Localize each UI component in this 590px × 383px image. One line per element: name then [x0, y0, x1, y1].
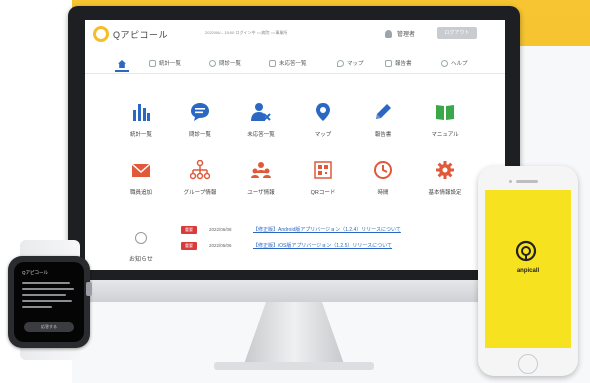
- nav-item-map[interactable]: マップ: [337, 58, 364, 72]
- nav-item-stats[interactable]: 統計一覧: [149, 58, 181, 72]
- tile-label: QRコード: [310, 190, 336, 196]
- watch-respond-button[interactable]: 応答する: [24, 322, 74, 332]
- users-icon: [251, 162, 271, 178]
- monitor-stand-base: [214, 362, 374, 370]
- notice-row: 重要 2022/05/06 【修正版】iOS版アプリバージョン（1.2.5）リリ…: [181, 242, 481, 252]
- phone-home-button[interactable]: [518, 354, 538, 374]
- map-pin-icon: [337, 60, 344, 68]
- tile-map[interactable]: マップ: [295, 102, 351, 154]
- nav-home[interactable]: [115, 58, 129, 72]
- tile-label: マニュアル: [431, 132, 459, 138]
- chart-icon: [149, 60, 156, 68]
- tile-label: ユーザ情報: [247, 190, 275, 196]
- pencil-icon: [385, 60, 392, 68]
- nav-label: 問診一覧: [219, 61, 242, 67]
- watch-text-line: [22, 300, 72, 302]
- app-name: anpicall: [516, 268, 540, 274]
- app-logo[interactable]: Qアピコール: [93, 26, 173, 42]
- watch-text-line: [22, 306, 52, 308]
- nav-label: 報告書: [395, 61, 412, 67]
- nav-label: 未応答一覧: [279, 61, 307, 67]
- tile-label: 問診一覧: [188, 132, 211, 138]
- map-pin-icon: [316, 103, 330, 121]
- help-icon: [441, 60, 448, 68]
- watch-text-line: [22, 288, 74, 290]
- tile-label: 時間: [377, 190, 389, 196]
- qr-code-icon: [314, 161, 332, 179]
- home-icon: [118, 60, 126, 68]
- notice-link[interactable]: 【修正版】iOS版アプリバージョン（1.2.5）リリースについて: [253, 242, 392, 249]
- tile-inquiries[interactable]: 問診一覧: [172, 102, 228, 154]
- notice-link[interactable]: 【修正版】Android版アプリバージョン（1.2.4）リリースについて: [253, 226, 401, 233]
- tile-add-staff[interactable]: 職員追加: [113, 160, 169, 212]
- tile-qr-code[interactable]: QRコード: [295, 160, 351, 212]
- user-x-icon: [269, 60, 276, 68]
- tile-report[interactable]: 報告書: [355, 102, 411, 154]
- app-header: Qアピコール 2022/06/-- 15:00 ログイン中 ○○病院 ○○事業所…: [85, 20, 505, 48]
- tile-group-info[interactable]: グループ情報: [172, 160, 228, 212]
- notice-title: お知らせ: [129, 257, 153, 263]
- logo-icon: [93, 26, 109, 42]
- nav-item-unanswered[interactable]: 未応答一覧: [269, 58, 307, 72]
- watch-screen: Qアピコール 応答する: [14, 262, 84, 342]
- tile-unanswered[interactable]: 未応答一覧: [233, 102, 289, 154]
- anpicall-logo-icon: [515, 240, 537, 262]
- watch-title: Qアピコール: [22, 270, 48, 275]
- tile-label: 職員追加: [129, 190, 152, 196]
- bar-chart-icon: [133, 104, 150, 121]
- clock-icon: [374, 161, 392, 179]
- tile-label: マップ: [314, 132, 332, 138]
- notice-date: 2022/05/06: [209, 243, 232, 248]
- tile-basic-settings[interactable]: 基本情報設定: [417, 160, 473, 212]
- logout-button[interactable]: ログアウト: [437, 27, 477, 39]
- tile-time[interactable]: 時間: [355, 160, 411, 212]
- book-icon: [436, 105, 454, 120]
- user-menu[interactable]: 管理者: [385, 28, 435, 40]
- gear-icon: [436, 161, 454, 179]
- phone-camera: [509, 180, 512, 183]
- tile-stats[interactable]: 統計一覧: [113, 102, 169, 154]
- tile-label: 統計一覧: [129, 132, 152, 138]
- important-badge: 重要: [181, 226, 197, 234]
- phone-speaker: [516, 180, 538, 183]
- nav-label: 統計一覧: [159, 61, 182, 67]
- nav-label: ヘルプ: [451, 61, 468, 67]
- tile-user-info[interactable]: ユーザ情報: [233, 160, 289, 212]
- chat-bubble-icon: [191, 103, 209, 121]
- tile-label: グループ情報: [183, 190, 217, 196]
- tile-label: 報告書: [374, 132, 392, 138]
- user-x-icon: [251, 103, 271, 121]
- tile-label: 未応答一覧: [247, 132, 275, 138]
- nav-item-help[interactable]: ヘルプ: [441, 58, 468, 72]
- user-icon: [385, 30, 392, 38]
- notice-row: 重要 2022/06/08 【修正版】Android版アプリバージョン（1.2.…: [181, 226, 481, 236]
- chat-icon: [209, 60, 216, 68]
- nav-label: マップ: [347, 61, 364, 67]
- nav-item-inquiries[interactable]: 問診一覧: [209, 58, 241, 72]
- important-badge: 重要: [181, 242, 197, 250]
- watch-crown: [86, 282, 92, 296]
- tile-label: 基本情報設定: [428, 190, 462, 196]
- monitor-chin: [68, 280, 520, 302]
- monitor-screen: Qアピコール 2022/06/-- 15:00 ログイン中 ○○病院 ○○事業所…: [85, 20, 505, 270]
- header-info: 2022/06/-- 15:00 ログイン中 ○○病院 ○○事業所: [205, 30, 288, 35]
- org-chart-icon: [190, 160, 210, 180]
- notice-section: お知らせ 重要 2022/06/08 【修正版】Android版アプリバージョン…: [85, 220, 505, 270]
- pencil-icon: [376, 104, 391, 119]
- watch-text-line: [22, 294, 66, 296]
- watch-text-line: [22, 282, 70, 284]
- info-icon: [135, 232, 147, 244]
- user-name: 管理者: [397, 32, 416, 38]
- tile-manual[interactable]: マニュアル: [417, 102, 473, 154]
- envelope-icon: [131, 163, 151, 177]
- notice-date: 2022/06/08: [209, 227, 232, 232]
- logo-text: Qアピコール: [113, 30, 169, 40]
- nav-item-report[interactable]: 報告書: [385, 58, 412, 72]
